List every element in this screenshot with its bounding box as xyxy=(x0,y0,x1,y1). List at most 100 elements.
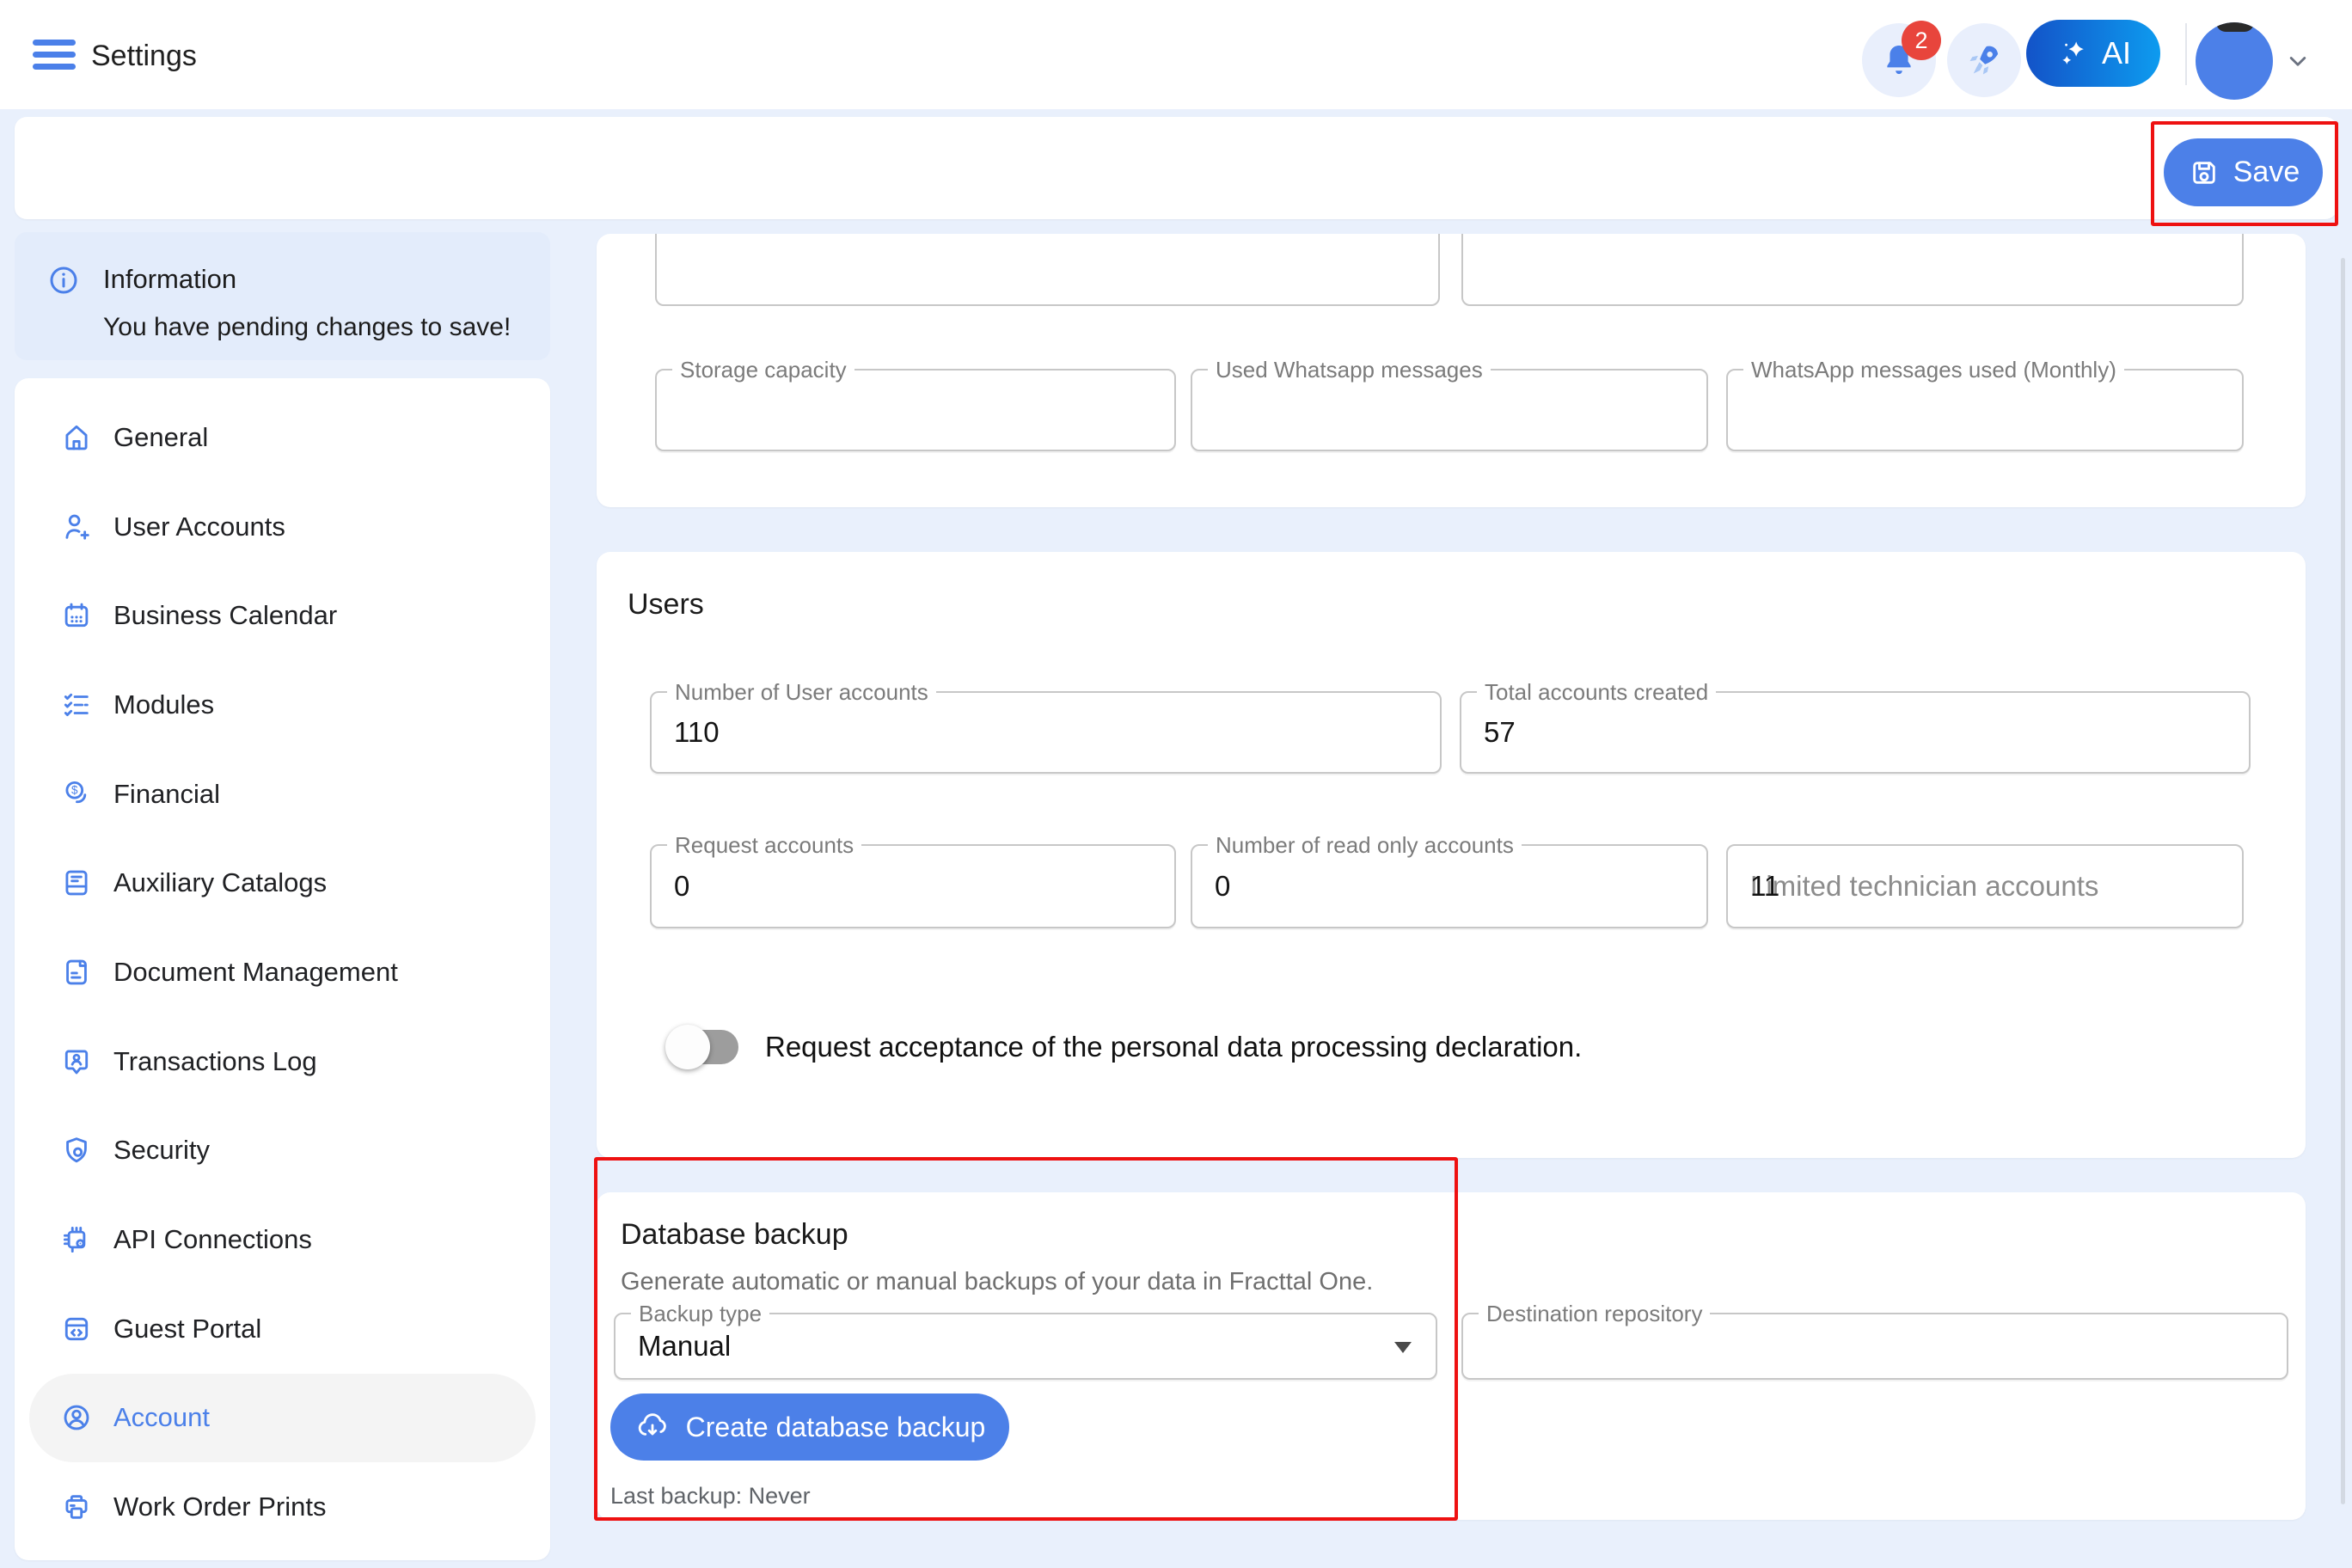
users-card: Users Number of User accounts 110 Total … xyxy=(597,552,2306,1158)
number-of-user-accounts-field[interactable]: Number of User accounts 110 xyxy=(650,691,1442,774)
destination-repository-field[interactable]: Destination repository xyxy=(1461,1313,2288,1380)
sidebar-item-modules[interactable]: Modules xyxy=(15,660,550,750)
settings-sidebar: General User Accounts Business Calendar … xyxy=(15,378,550,1560)
field-label: Used Whatsapp messages xyxy=(1208,356,1491,383)
sidebar-item-label: Auxiliary Catalogs xyxy=(113,867,327,898)
chevron-down-icon xyxy=(2283,46,2312,76)
user-circle-icon xyxy=(60,1401,93,1434)
sidebar-item-work-order-prints[interactable]: Work Order Prints xyxy=(15,1462,550,1552)
sidebar-item-security[interactable]: Security xyxy=(15,1106,550,1196)
sidebar-item-label: Transactions Log xyxy=(113,1046,317,1077)
personal-data-toggle-knob[interactable] xyxy=(665,1025,710,1069)
settings-page: Settings 2 AI xyxy=(0,0,2352,1568)
field-label: Number of User accounts xyxy=(667,678,936,706)
info-banner-message: You have pending changes to save! xyxy=(103,313,511,342)
sidebar-item-guest-portal[interactable]: Guest Portal xyxy=(15,1284,550,1374)
notification-badge: 2 xyxy=(1902,21,1941,60)
chip-gear-icon xyxy=(60,1223,93,1256)
sidebar-item-label: Financial xyxy=(113,779,220,810)
save-button[interactable]: Save xyxy=(2164,138,2323,206)
field-label: Destination repository xyxy=(1479,1300,1710,1327)
sidebar-item-financial[interactable]: $ Financial xyxy=(15,750,550,839)
select-value: Manual xyxy=(638,1330,731,1363)
sidebar-item-label: Modules xyxy=(113,689,214,720)
request-accounts-field[interactable]: Request accounts 0 xyxy=(650,844,1176,928)
cropped-field-left[interactable] xyxy=(655,234,1440,306)
document-icon xyxy=(60,956,93,989)
create-database-backup-button[interactable]: Create database backup xyxy=(610,1393,1009,1461)
dropdown-caret-icon xyxy=(1394,1342,1412,1353)
user-avatar[interactable] xyxy=(2196,22,2273,100)
calendar-icon xyxy=(60,599,93,632)
account-menu-button[interactable] xyxy=(2283,46,2312,76)
read-only-accounts-field[interactable]: Number of read only accounts 0 xyxy=(1191,844,1708,928)
field-placeholder: Limited technician accounts xyxy=(1750,870,2098,903)
limited-technician-accounts-field[interactable]: Limited technician accounts 11 xyxy=(1726,844,2244,928)
sidebar-item-auxiliary-catalogs[interactable]: Auxiliary Catalogs xyxy=(15,838,550,928)
last-backup-status: Last backup: Never xyxy=(610,1483,811,1510)
cropped-field-right[interactable] xyxy=(1461,234,2244,306)
sidebar-item-label: User Accounts xyxy=(113,511,285,542)
sidebar-item-document-management[interactable]: Document Management xyxy=(15,928,550,1017)
field-value: 11 xyxy=(1750,870,1779,903)
whats-new-button[interactable] xyxy=(1947,23,2021,97)
sidebar-item-label: Security xyxy=(113,1135,210,1166)
save-button-label: Save xyxy=(2233,156,2300,189)
sidebar-item-label: Document Management xyxy=(113,957,398,988)
field-value: 110 xyxy=(674,716,720,749)
home-icon xyxy=(60,421,93,454)
field-label: Total accounts created xyxy=(1477,678,1716,706)
field-label: Number of read only accounts xyxy=(1208,831,1522,859)
sidebar-item-general[interactable]: General xyxy=(15,393,550,482)
svg-text:$: $ xyxy=(71,783,78,796)
field-label: WhatsApp messages used (Monthly) xyxy=(1743,356,2124,383)
account-limits-card: Storage capacity Used Whatsapp messages … xyxy=(597,234,2306,507)
sidebar-item-user-accounts[interactable]: User Accounts xyxy=(15,482,550,572)
info-banner-title: Information xyxy=(103,264,236,295)
scrollbar[interactable] xyxy=(2341,258,2345,1504)
sidebar-item-transactions-log[interactable]: Transactions Log xyxy=(15,1017,550,1106)
field-value: 57 xyxy=(1484,716,1516,749)
sidebar-item-business-calendar[interactable]: Business Calendar xyxy=(15,571,550,660)
info-banner: Information You have pending changes to … xyxy=(15,232,550,360)
create-backup-button-label: Create database backup xyxy=(686,1412,986,1443)
hamburger-menu-icon[interactable] xyxy=(33,40,76,70)
sidebar-item-label: Business Calendar xyxy=(113,600,337,631)
whatsapp-monthly-field[interactable]: WhatsApp messages used (Monthly) xyxy=(1726,369,2244,451)
browser-code-icon xyxy=(60,1313,93,1345)
shield-icon xyxy=(60,1134,93,1167)
ai-assistant-button[interactable]: AI xyxy=(2026,20,2160,87)
storage-capacity-field[interactable]: Storage capacity xyxy=(655,369,1176,451)
sidebar-item-label: General xyxy=(113,422,208,453)
sidebar-item-label: API Connections xyxy=(113,1224,312,1255)
book-icon xyxy=(60,867,93,899)
sidebar-item-label: Work Order Prints xyxy=(113,1491,326,1522)
total-accounts-created-field[interactable]: Total accounts created 57 xyxy=(1460,691,2251,774)
rocket-icon xyxy=(1964,40,2004,80)
backup-type-select[interactable]: Backup type Manual xyxy=(614,1313,1437,1380)
info-icon xyxy=(46,263,81,297)
save-toolbar xyxy=(15,117,2337,219)
printer-icon xyxy=(60,1491,93,1523)
field-value: 0 xyxy=(1215,870,1230,903)
field-label: Request accounts xyxy=(667,831,861,859)
sidebar-item-label: Account xyxy=(113,1402,210,1433)
id-badge-icon xyxy=(60,1045,93,1078)
used-whatsapp-messages-field[interactable]: Used Whatsapp messages xyxy=(1191,369,1708,451)
backup-description: Generate automatic or manual backups of … xyxy=(621,1268,1373,1296)
header-divider xyxy=(2185,23,2187,85)
page-title: Settings xyxy=(91,40,197,73)
personal-data-toggle-label: Request acceptance of the personal data … xyxy=(765,1031,1582,1063)
sidebar-item-api-connections[interactable]: API Connections xyxy=(15,1195,550,1284)
users-card-title: Users xyxy=(628,588,704,622)
ai-label: AI xyxy=(2102,35,2131,71)
sidebar-item-account[interactable]: Account xyxy=(29,1374,536,1463)
save-icon xyxy=(2187,156,2221,190)
sparkles-icon xyxy=(2055,35,2092,71)
dollar-coin-icon: $ xyxy=(60,778,93,811)
field-value: 0 xyxy=(674,870,689,903)
backup-card-title: Database backup xyxy=(621,1218,848,1252)
checklist-icon xyxy=(60,689,93,721)
field-label: Backup type xyxy=(631,1300,769,1327)
cloud-download-icon xyxy=(634,1409,671,1445)
